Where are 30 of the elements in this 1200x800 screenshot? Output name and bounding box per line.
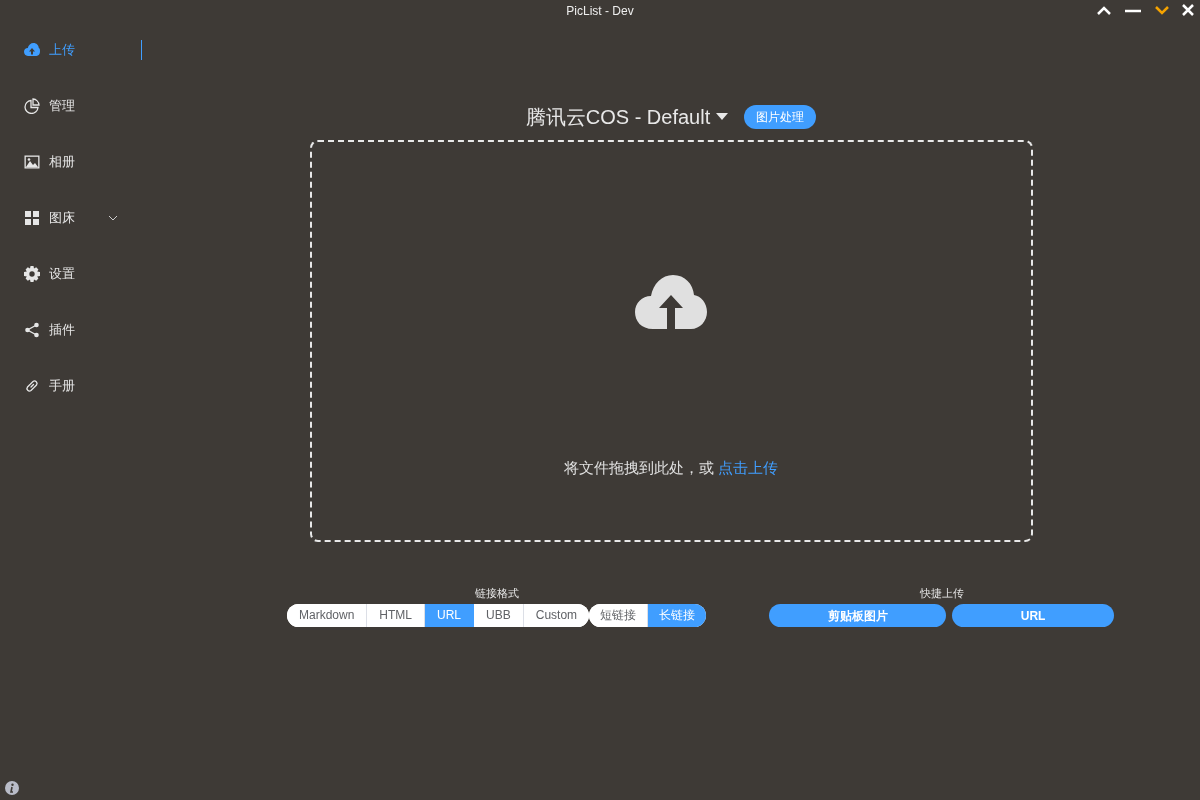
- close-icon[interactable]: [1182, 4, 1194, 16]
- sidebar-item[interactable]: 设置: [0, 246, 142, 302]
- sidebar-item[interactable]: 管理: [0, 78, 142, 134]
- chevron-down-icon[interactable]: [108, 215, 118, 221]
- dropdown-caret-icon[interactable]: [716, 113, 729, 121]
- drop-zone[interactable]: 将文件拖拽到此处，或 点击上传: [309, 140, 1033, 542]
- pie-chart-icon: [24, 98, 40, 114]
- link-icon: [24, 378, 40, 394]
- uploader-title[interactable]: 腾讯云COS - Default: [525, 102, 711, 132]
- chevron-down-icon[interactable]: [1154, 4, 1170, 16]
- window-title: PicList - Dev: [566, 3, 634, 20]
- sidebar-item[interactable]: 插件: [0, 302, 142, 358]
- link-format-label: 链接格式: [473, 586, 520, 600]
- sidebar-item[interactable]: 手册: [0, 358, 142, 414]
- info-icon[interactable]: [5, 781, 19, 795]
- drop-hint: 将文件拖拽到此处，或 点击上传: [563, 458, 779, 478]
- cloud-upload-icon: [635, 275, 707, 329]
- segment-option[interactable]: Markdown: [287, 604, 368, 627]
- grid-icon: [24, 210, 40, 226]
- settings-icon: [24, 266, 40, 282]
- sidebar-item[interactable]: 相册: [0, 134, 142, 190]
- image-icon: [24, 154, 40, 170]
- share-icon: [24, 322, 40, 338]
- cloud-upload-icon: [24, 42, 40, 58]
- sidebar-item[interactable]: 上传: [0, 22, 142, 78]
- quick-upload-label: 快捷上传: [918, 586, 965, 600]
- chevron-up-icon[interactable]: [1096, 4, 1112, 16]
- sidebar-item[interactable]: 图床: [0, 190, 142, 246]
- upload-link[interactable]: 点击上传: [718, 459, 779, 476]
- segment-option[interactable]: 短链接: [589, 604, 649, 627]
